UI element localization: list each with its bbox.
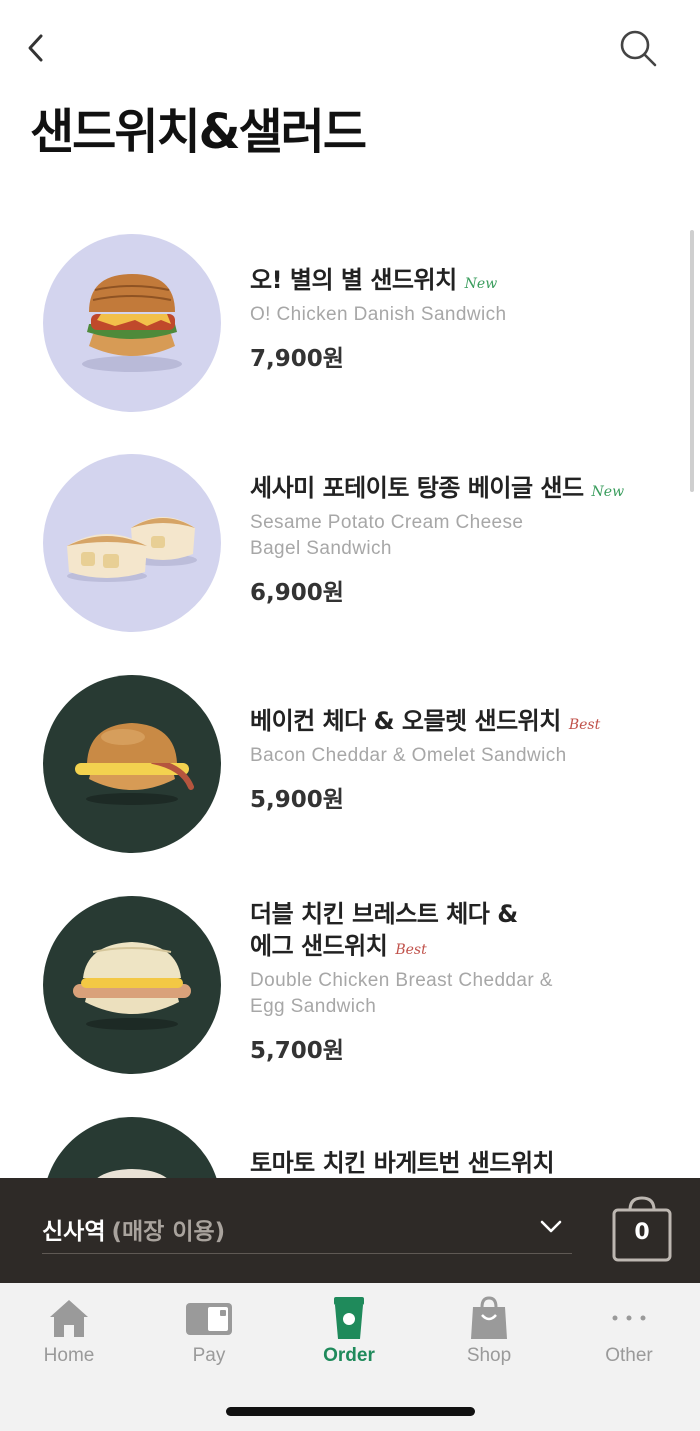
tab-home[interactable]: Home [14, 1295, 124, 1375]
tab-pay[interactable]: Pay [154, 1295, 264, 1375]
store-bar: 신사역 (매장 이용) 0 [0, 1178, 700, 1283]
product-image [43, 896, 221, 1074]
new-badge: New [464, 276, 498, 292]
product-item[interactable]: 세사미 포테이토 탕종 베이글 샌드 New Sesame Potato Crea… [0, 450, 680, 650]
product-price: 5,700원 [250, 1038, 344, 1064]
tab-label: Home [43, 1345, 95, 1366]
product-name-ko-text: 세사미 포테이토 탕종 베이글 샌드 [250, 474, 584, 502]
store-label: 신사역 (매장 이용) [42, 1212, 225, 1246]
product-name-en-line: Double Chicken Breast Cheddar & [250, 970, 553, 991]
product-name-ko: 세사미 포테이토 탕종 베이글 샌드 New [250, 472, 650, 508]
product-name-ko: 더블 치킨 브레스트 체다 & 에그 샌드위치 Best [250, 898, 650, 966]
home-indicator [226, 1407, 475, 1416]
more-icon [612, 1315, 646, 1321]
card-icon [186, 1303, 232, 1335]
home-icon [50, 1300, 88, 1337]
product-item[interactable]: 더블 치킨 브레스트 체다 & 에그 샌드위치 Best Double Chicke… [0, 892, 680, 1092]
product-info: 오! 별의 별 샌드위치 New O! Chicken Danish Sandwi… [250, 264, 650, 374]
product-price: 6,900원 [250, 580, 344, 606]
best-badge: Best [568, 717, 601, 733]
scrollbar[interactable] [690, 230, 694, 492]
tab-order[interactable]: Order [294, 1295, 404, 1375]
product-name-en: Double Chicken Breast Cheddar & Egg Sandw… [250, 968, 650, 1020]
product-price: 7,900원 [250, 346, 344, 372]
cart-count: 0 [634, 1220, 650, 1245]
product-name-en-line: Bagel Sandwich [250, 538, 392, 559]
product-item[interactable]: 토마토 치킨 바게트번 샌드위치 [0, 1113, 680, 1178]
product-list[interactable]: 오! 별의 별 샌드위치 New O! Chicken Danish Sandwi… [0, 0, 700, 1178]
product-image [43, 1117, 221, 1178]
tab-label: Order [323, 1345, 375, 1366]
tab-shop[interactable]: Shop [434, 1295, 544, 1375]
product-name-en: Sesame Potato Cream Cheese Bagel Sandwich [250, 510, 650, 562]
product-name-ko-text: 베이컨 체다 & 오믈렛 샌드위치 [250, 707, 561, 735]
product-name-ko: 토마토 치킨 바게트번 샌드위치 [250, 1149, 555, 1177]
product-item[interactable]: 오! 별의 별 샌드위치 New O! Chicken Danish Sandwi… [0, 230, 680, 430]
best-badge: Best [395, 942, 427, 958]
cart-button[interactable]: 0 [610, 1194, 674, 1264]
product-info: 베이컨 체다 & 오믈렛 샌드위치 Best Bacon Cheddar & Om… [250, 705, 650, 815]
tab-bar: Home Pay Order Shop Other [0, 1283, 700, 1431]
product-image [43, 234, 221, 412]
tab-label: Pay [192, 1345, 226, 1366]
product-info: 세사미 포테이토 탕종 베이글 샌드 New Sesame Potato Crea… [250, 472, 650, 608]
new-badge: New [591, 484, 625, 500]
tab-label: Shop [466, 1345, 512, 1366]
product-name-en-line: Sesame Potato Cream Cheese [250, 512, 524, 533]
product-name-en-line: Egg Sandwich [250, 996, 377, 1017]
product-image [43, 675, 221, 853]
tab-other[interactable]: Other [574, 1295, 684, 1375]
shopping-bag-icon [471, 1296, 507, 1339]
chevron-down-icon [540, 1220, 562, 1233]
product-name-ko-line: 에그 샌드위치 [250, 932, 388, 960]
product-name-en: Bacon Cheddar & Omelet Sandwich [250, 745, 567, 766]
cup-icon [334, 1297, 364, 1339]
product-name-en: O! Chicken Danish Sandwich [250, 304, 507, 325]
product-name-ko: 오! 별의 별 샌드위치 New [250, 264, 650, 300]
product-name-ko: 베이컨 체다 & 오믈렛 샌드위치 Best [250, 705, 650, 741]
product-info: 토마토 치킨 바게트번 샌드위치 [250, 1147, 650, 1178]
product-item[interactable]: 베이컨 체다 & 오믈렛 샌드위치 Best Bacon Cheddar & Om… [0, 671, 680, 871]
product-price: 5,900원 [250, 787, 344, 813]
product-image [43, 454, 221, 632]
store-selector[interactable]: 신사역 (매장 이용) [42, 1202, 572, 1254]
tab-label: Other [605, 1345, 653, 1366]
store-name: 신사역 [42, 1219, 106, 1245]
product-info: 더블 치킨 브레스트 체다 & 에그 샌드위치 Best Double Chicke… [250, 898, 650, 1066]
product-name-ko-text: 오! 별의 별 샌드위치 [250, 266, 457, 294]
product-name-ko-line: 더블 치킨 브레스트 체다 & [250, 900, 518, 928]
store-mode: (매장 이용) [111, 1219, 226, 1245]
